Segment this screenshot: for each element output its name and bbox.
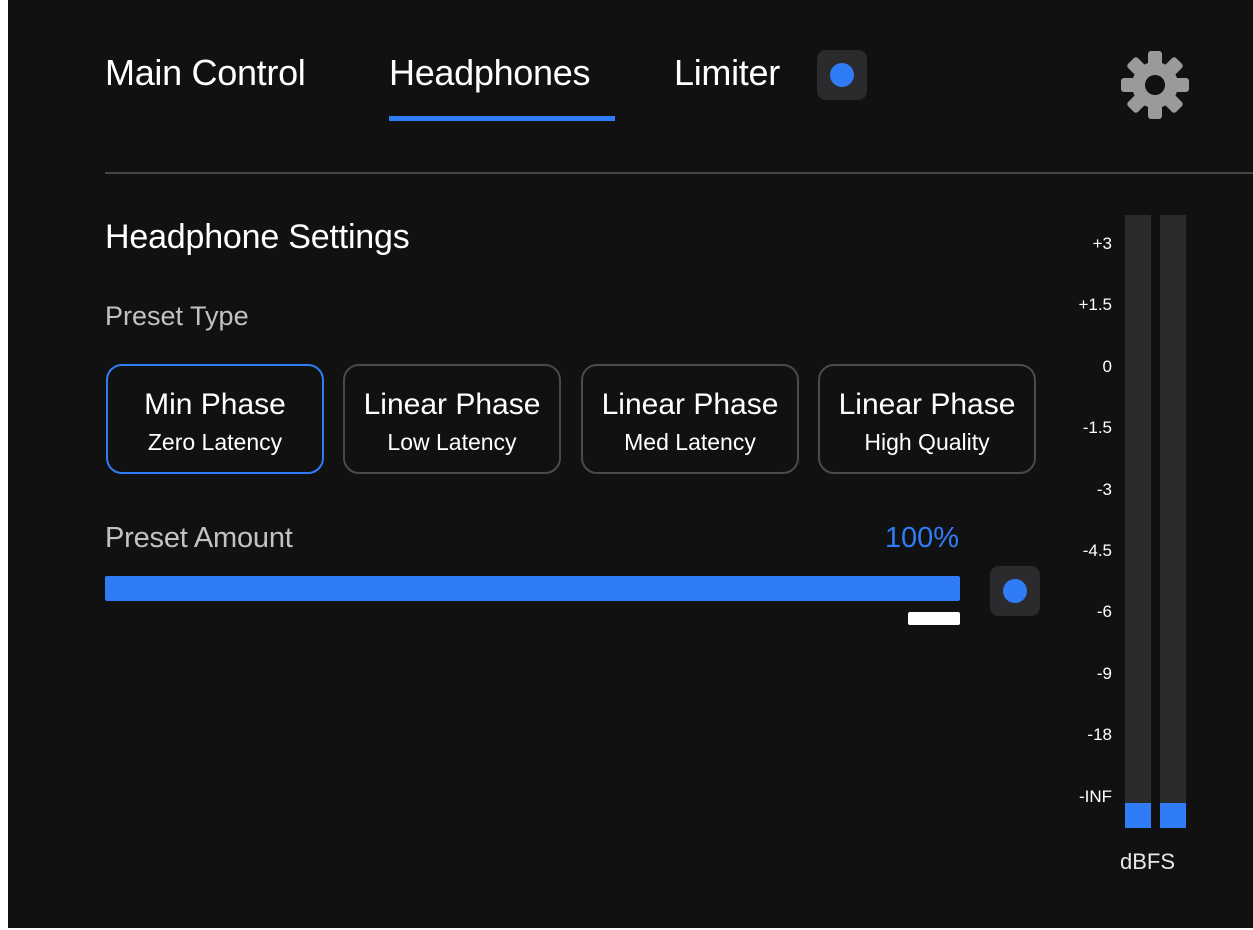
preset-title: Linear Phase [363,388,541,421]
meter-scale-label: -9 [1096,663,1112,683]
tab-limiter[interactable]: Limiter [674,52,780,94]
gear-icon [1121,51,1189,119]
preset-amount-label: Preset Amount [105,522,293,554]
meter-scale-label: -4.5 [1082,541,1112,560]
preset-amount-toggle[interactable] [990,566,1040,616]
meter-unit-label: dBFS [1120,849,1176,874]
header-divider [105,172,1253,174]
preset-amount-value: 100% [884,522,959,554]
headphones-panel: Main Control Headphones Limiter Headphon… [8,0,1253,928]
meter-scale-label: -INF [1078,786,1112,806]
section-title: Headphone Settings [105,218,410,256]
meter-scale-label: +1.5 [1078,295,1112,315]
preset-subtitle: Zero Latency [147,429,283,455]
preset-amount-slider-fill [105,576,960,601]
tab-headphones[interactable]: Headphones [389,52,590,94]
preset-type-label: Preset Type [105,301,249,331]
level-meter-right [1160,215,1186,828]
level-meter-left [1125,215,1151,828]
limiter-enable-toggle[interactable] [817,50,867,100]
preset-linear-phase-low-latency[interactable]: Linear Phase Low Latency [343,364,561,474]
meter-scale-label: 0 [1102,356,1112,376]
level-meter-right-fill [1160,803,1186,828]
preset-min-phase-zero-latency[interactable]: Min Phase Zero Latency [106,364,324,474]
level-meter-left-fill [1125,803,1151,828]
preset-subtitle: Med Latency [624,429,756,455]
preset-linear-phase-high-quality[interactable]: Linear Phase High Quality [818,364,1036,474]
preset-linear-phase-med-latency[interactable]: Linear Phase Med Latency [581,364,799,474]
preset-title: Linear Phase [838,388,1016,421]
meter-scale-label: +3 [1092,234,1112,253]
meter-scale-label: -3 [1096,479,1112,499]
meter-scale-label: -1.5 [1082,418,1112,438]
active-tab-indicator [389,116,615,121]
preset-subtitle: High Quality [864,429,990,455]
preset-title: Min Phase [144,388,286,421]
meter-scale-label: -18 [1087,725,1112,745]
limiter-toggle-indicator [830,63,854,87]
preset-subtitle: Low Latency [387,429,517,455]
preset-title: Linear Phase [601,388,779,421]
tab-main-control[interactable]: Main Control [105,52,306,94]
preset-amount-default-marker [908,612,960,625]
settings-button[interactable] [1118,48,1192,122]
meter-scale-label: -6 [1096,602,1112,622]
preset-amount-toggle-indicator [1003,579,1027,603]
preset-amount-slider[interactable] [105,576,960,601]
